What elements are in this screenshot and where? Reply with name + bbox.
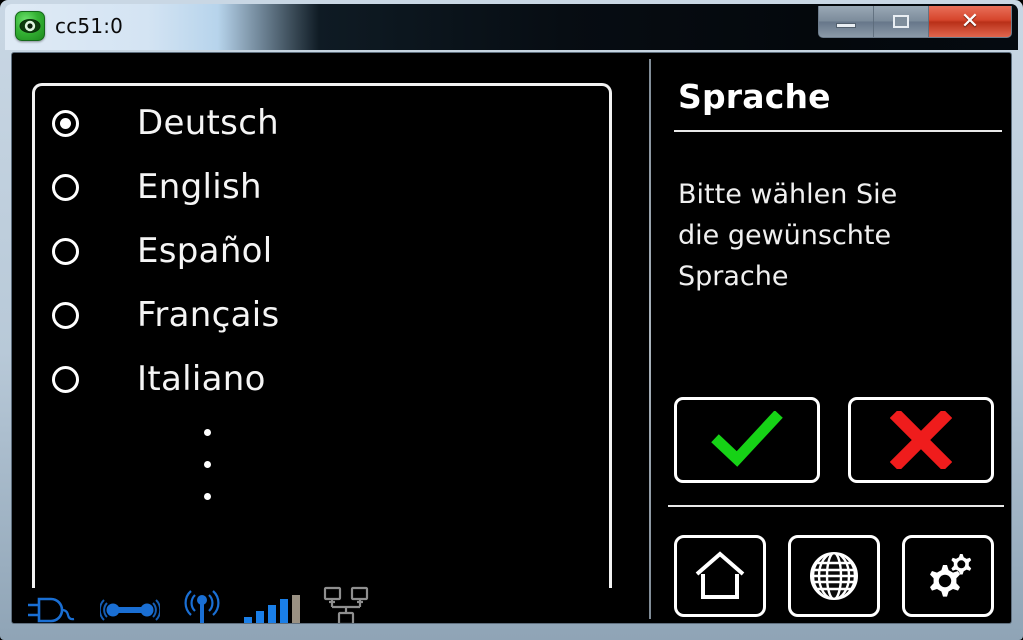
ellipsis-dot [204,429,211,436]
language-list: Deutsch English Español Français Italian [32,83,612,593]
signal-strength-icon [244,594,300,623]
application-window: cc51:0 ✕ Deutsch English Español Françai… [0,0,1023,640]
nav-divider [668,505,1004,507]
title-bar[interactable]: cc51:0 ✕ [5,4,1018,50]
panel-title: Sprache [678,77,831,116]
nav-buttons [674,535,994,617]
window-controls: ✕ [818,6,1012,38]
title-bar-left: cc51:0 [15,11,123,41]
minimize-button[interactable] [819,6,874,37]
bluetooth-link-icon [100,594,160,623]
confirm-button[interactable] [674,397,820,483]
language-label: Español [137,231,273,271]
minimize-icon [836,23,856,28]
ellipsis-dot [204,493,211,500]
check-icon [711,411,783,467]
language-options: Deutsch English Español Français Italian [32,91,612,525]
more-items-ellipsis [204,429,612,500]
radio-button[interactable] [52,301,79,329]
info-panel: Sprache Bitte wählen Sie die gewünschte … [664,67,1006,617]
language-label: Italiano [137,359,266,399]
radio-button[interactable] [52,237,79,265]
panel-message: Bitte wählen Sie die gewünschte Sprache [678,179,898,292]
power-plug-icon [26,596,78,623]
lan-network-icon [322,586,370,623]
close-button[interactable]: ✕ [929,6,1011,37]
eye-icon [15,11,45,41]
settings-button[interactable] [902,535,994,617]
device-screen: Deutsch English Español Français Italian [11,52,1012,624]
language-label: English [137,167,262,207]
language-option-english[interactable]: English [32,155,612,219]
ellipsis-dot [204,461,211,468]
panel-divider [649,59,651,619]
radio-button[interactable] [52,365,79,393]
maximize-button[interactable] [874,6,929,37]
radio-button-selected[interactable] [52,109,79,137]
cancel-button[interactable] [848,397,994,483]
status-bar [26,586,370,623]
radio-button[interactable] [52,173,79,201]
close-icon: ✕ [960,8,980,34]
home-button[interactable] [674,535,766,617]
language-option-deutsch[interactable]: Deutsch [32,91,612,155]
globe-icon [810,552,858,600]
home-icon [695,551,745,599]
language-label: Deutsch [137,103,280,143]
action-buttons [674,397,994,483]
language-label: Français [137,295,280,335]
wifi-antenna-icon [182,586,222,623]
language-option-espanol[interactable]: Español [32,219,612,283]
window-title: cc51:0 [55,14,124,38]
language-option-italiano[interactable]: Italiano [32,347,612,411]
cross-icon [890,411,952,469]
maximize-icon [893,15,909,28]
language-option-francais[interactable]: Français [32,283,612,347]
gears-icon [930,554,972,597]
network-button[interactable] [788,535,880,617]
